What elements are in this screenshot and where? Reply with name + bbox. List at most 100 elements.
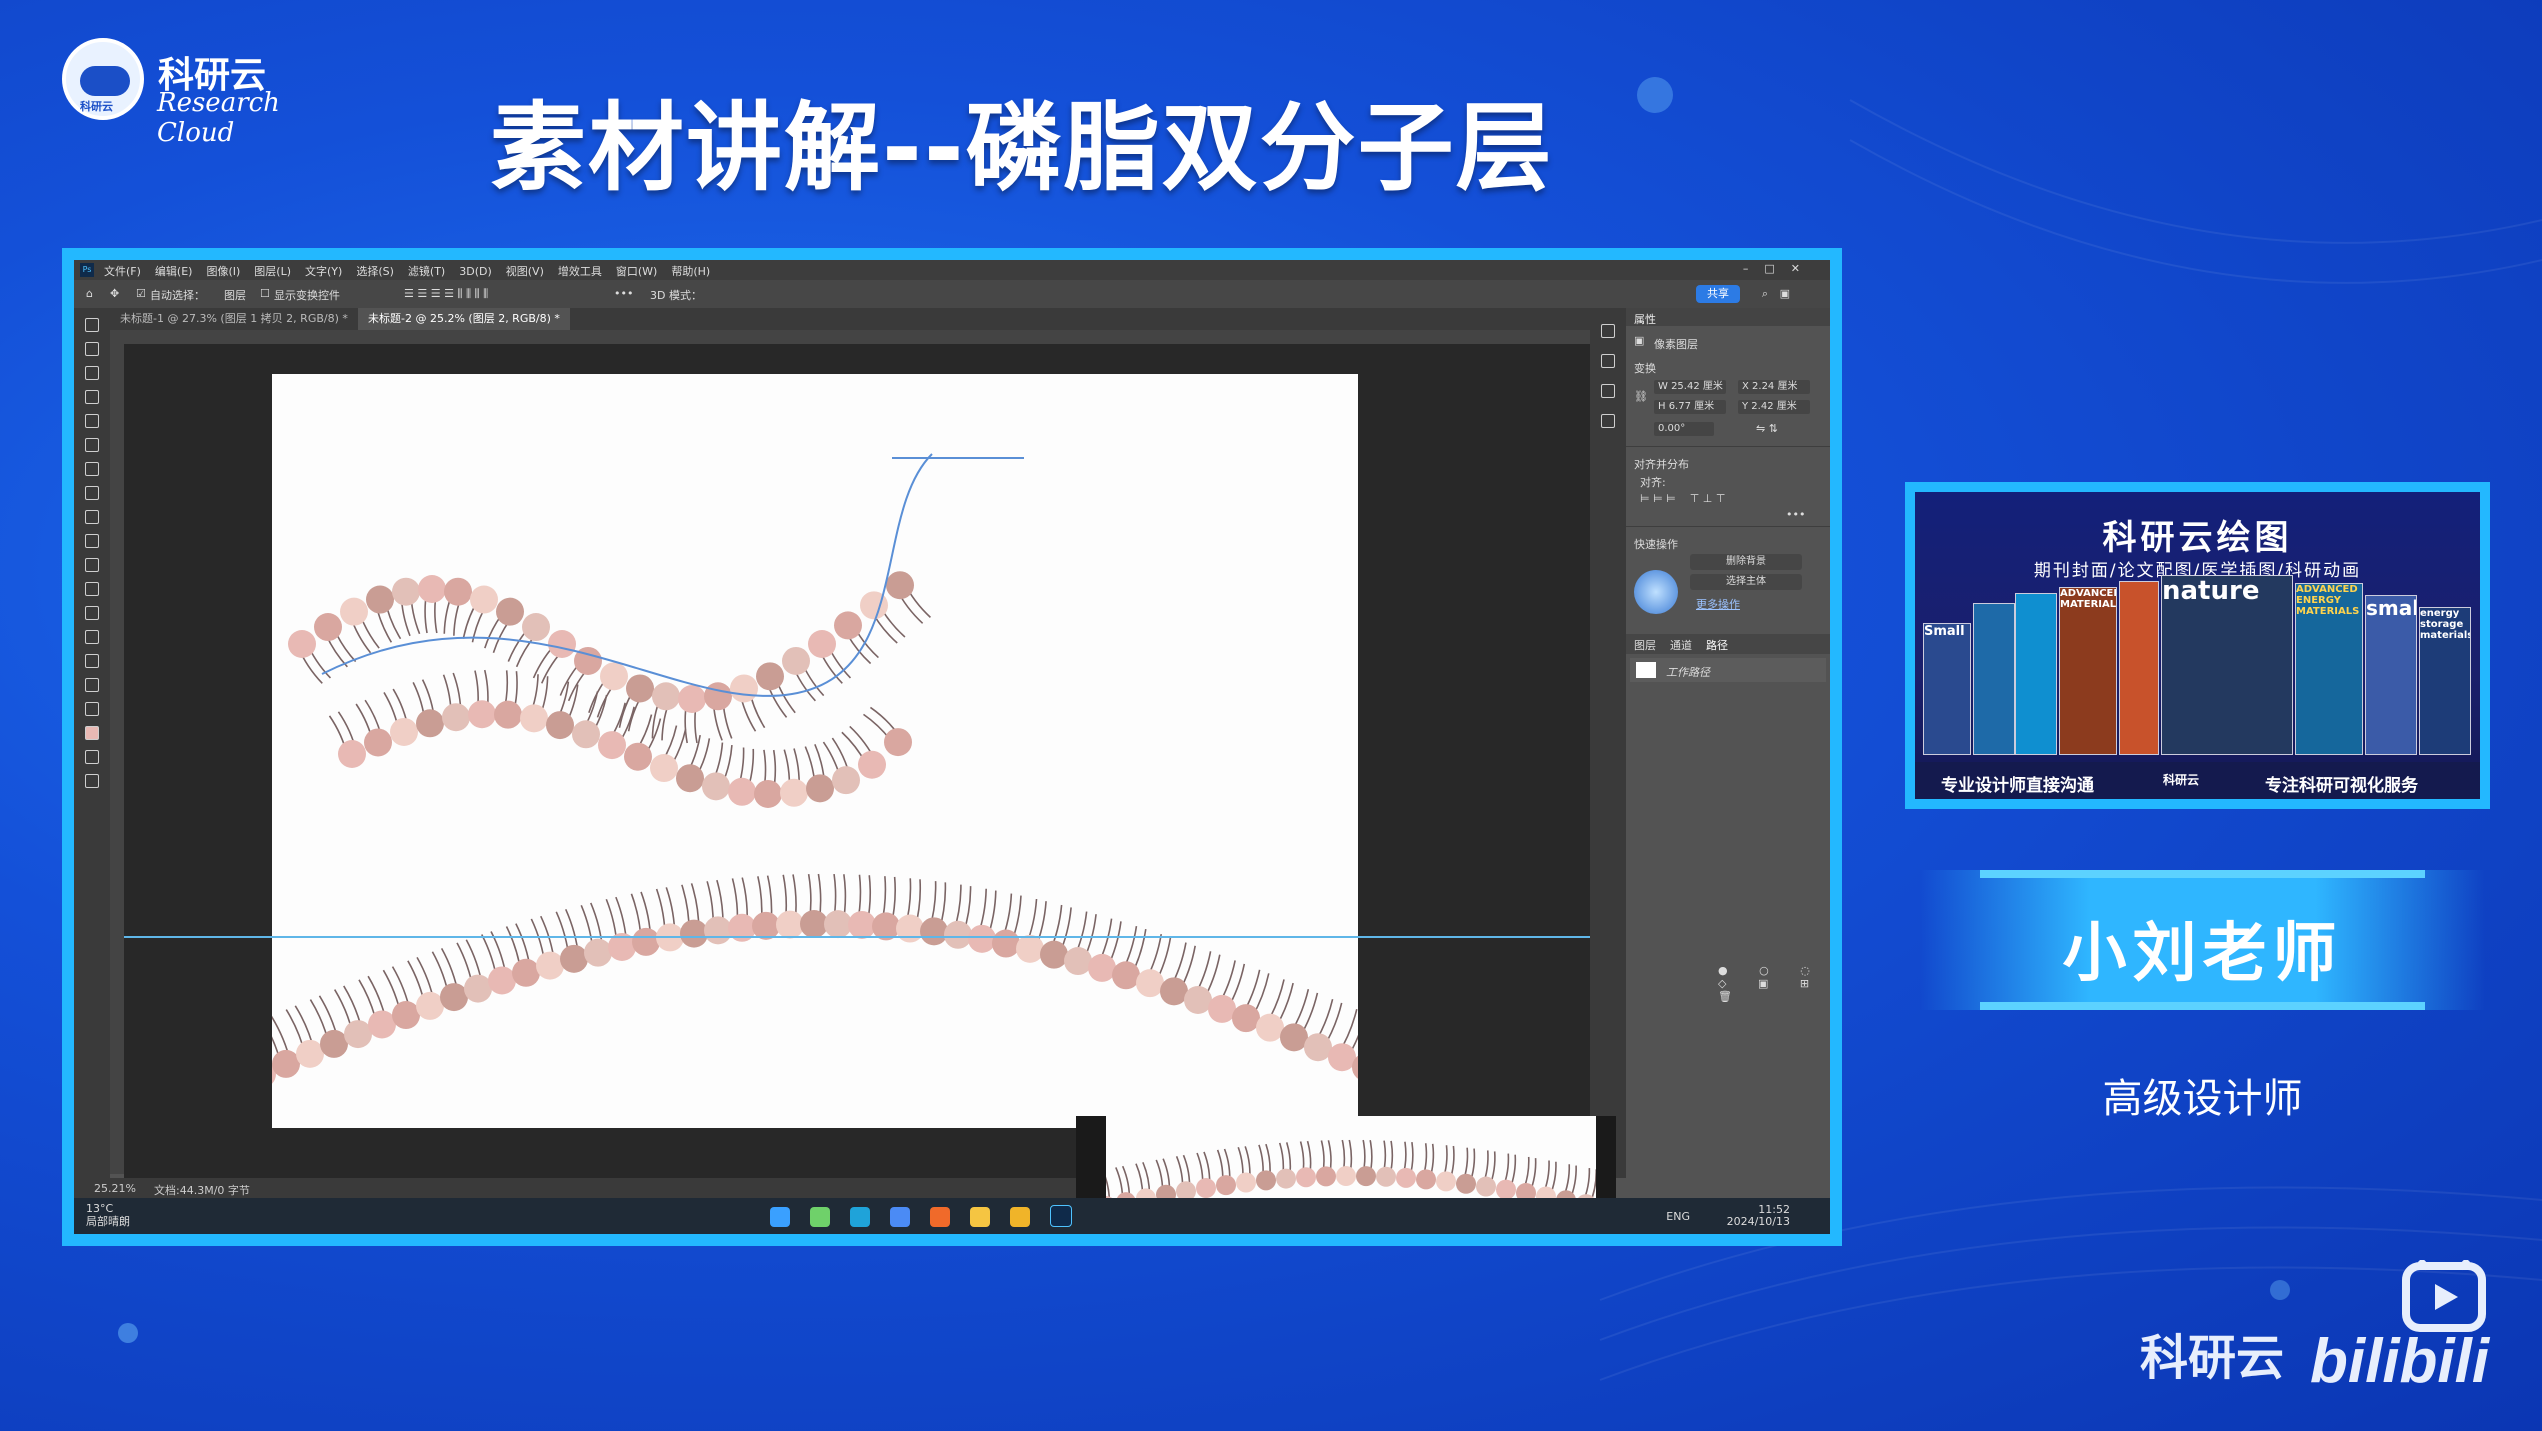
more-align-icon[interactable]: ••• bbox=[1786, 508, 1805, 521]
quick-actions-title[interactable]: 快速操作 bbox=[1634, 536, 1678, 552]
healing-brush-icon[interactable] bbox=[85, 438, 99, 452]
work-path-curve[interactable] bbox=[321, 453, 933, 697]
transform-controls-checkbox[interactable]: ☐ bbox=[260, 287, 270, 300]
document-canvas[interactable] bbox=[272, 374, 1358, 1128]
eyedropper-icon[interactable] bbox=[85, 414, 99, 428]
phospholipid-bilayer-artwork[interactable] bbox=[272, 374, 1358, 1128]
more-actions-link[interactable]: 更多操作 bbox=[1696, 596, 1740, 612]
menu-item[interactable]: 图像(I) bbox=[206, 265, 240, 278]
align-buttons[interactable]: ⊨ ⊨ ⊨ ⊤ ⊥ ⊤ bbox=[1640, 492, 1725, 505]
pen-tool-icon[interactable] bbox=[85, 582, 99, 596]
auto-select-checkbox[interactable]: ☑ bbox=[136, 287, 146, 300]
screen-mode-icon[interactable] bbox=[85, 774, 99, 788]
menu-item[interactable]: 3D(D) bbox=[459, 265, 492, 278]
ad-bottom-bar: 专业设计师直接沟通 科研云 专注科研可视化服务 bbox=[1915, 762, 2480, 799]
search-icon[interactable]: ⌕ bbox=[1762, 287, 1768, 301]
select-subject-button[interactable]: 选择主体 bbox=[1690, 574, 1802, 590]
move-tool-icon[interactable] bbox=[85, 318, 99, 332]
canvas-area[interactable] bbox=[124, 344, 1590, 1178]
menu-item[interactable]: 视图(V) bbox=[506, 265, 544, 278]
path-panel-buttons[interactable]: ● ○ ◌ ◇ ▣ ⊞ 🗑 bbox=[1718, 964, 1830, 1003]
share-button[interactable]: 共享 bbox=[1696, 285, 1740, 303]
libraries-icon[interactable] bbox=[1601, 384, 1615, 398]
brush-tool-icon[interactable] bbox=[85, 462, 99, 476]
zoom-tool-icon[interactable] bbox=[85, 678, 99, 692]
remove-background-button[interactable]: 删除背景 bbox=[1690, 554, 1802, 570]
color-swatch-icon[interactable] bbox=[85, 726, 99, 740]
menu-item[interactable]: 文字(Y) bbox=[305, 265, 342, 278]
character-icon[interactable] bbox=[1601, 414, 1615, 428]
flip-icons[interactable]: ⇋ ⇅ bbox=[1756, 422, 1778, 435]
guide-line[interactable] bbox=[124, 936, 1590, 938]
align-title[interactable]: 对齐并分布 bbox=[1634, 456, 1689, 472]
tab-layers[interactable]: 图层 bbox=[1634, 637, 1656, 653]
work-path-row[interactable]: 工作路径 bbox=[1630, 658, 1826, 682]
width-field[interactable]: W 25.42 厘米 bbox=[1654, 380, 1726, 394]
tab-channels[interactable]: 通道 bbox=[1670, 637, 1692, 653]
eraser-icon[interactable] bbox=[85, 510, 99, 524]
tab-document-1[interactable]: 未标题-1 @ 27.3% (图层 1 拷贝 2, RGB/8) * bbox=[110, 308, 358, 330]
gradient-tool-icon[interactable] bbox=[85, 534, 99, 548]
edge-icon[interactable] bbox=[850, 1207, 870, 1227]
move-tool-icon[interactable]: ✥ bbox=[110, 287, 119, 300]
height-field[interactable]: H 6.77 厘米 bbox=[1654, 400, 1726, 414]
zoom-level[interactable]: 25.21% bbox=[94, 1182, 136, 1195]
lipid-molecule bbox=[800, 873, 828, 939]
menu-item[interactable]: 滤镜(T) bbox=[408, 265, 445, 278]
y-field[interactable]: Y 2.42 厘米 bbox=[1738, 400, 1810, 414]
history-icon[interactable] bbox=[1601, 324, 1615, 338]
menu-item[interactable]: 窗口(W) bbox=[616, 265, 657, 278]
lipid-molecule bbox=[944, 884, 972, 949]
workspace-icon[interactable]: ▣ bbox=[1780, 287, 1790, 300]
layer-select[interactable]: 图层 bbox=[224, 287, 246, 303]
notes-icon[interactable] bbox=[970, 1207, 990, 1227]
lipid-molecule bbox=[754, 749, 782, 808]
menu-item[interactable]: 选择(S) bbox=[356, 265, 394, 278]
x-field[interactable]: X 2.24 厘米 bbox=[1738, 380, 1810, 394]
start-icon[interactable] bbox=[770, 1207, 790, 1227]
menu-items: 文件(F) 编辑(E) 图像(I) 图层(L) 文字(Y) 选择(S) 滤镜(T) 3D(D)… bbox=[104, 263, 724, 279]
lipid-molecule bbox=[1236, 1146, 1256, 1193]
lipid-molecule bbox=[555, 908, 588, 973]
text-tool-icon[interactable] bbox=[85, 558, 99, 572]
shape-tool-icon[interactable] bbox=[85, 630, 99, 644]
more-tools-icon[interactable] bbox=[85, 702, 99, 716]
quick-mask-icon[interactable] bbox=[85, 750, 99, 764]
menu-item[interactable]: 编辑(E) bbox=[155, 265, 193, 278]
layer-type-label: 像素图层 bbox=[1654, 338, 1698, 351]
path-select-icon[interactable] bbox=[85, 606, 99, 620]
marquee-tool-icon[interactable] bbox=[85, 342, 99, 356]
weather-widget[interactable]: 13°C 局部晴朗 bbox=[86, 1202, 130, 1228]
lipid-molecule bbox=[442, 672, 470, 732]
magic-wand-icon[interactable] bbox=[85, 390, 99, 404]
hand-tool-icon[interactable] bbox=[85, 654, 99, 668]
tab-document-2[interactable]: 未标题-2 @ 25.2% (图层 2, RGB/8) * bbox=[358, 308, 570, 330]
properties-panel: 属性 ▣ 像素图层 变换 W 25.42 厘米 X 2.24 厘米 H 6.77… bbox=[1626, 308, 1830, 1178]
clock[interactable]: 11:52 2024/10/13 bbox=[1727, 1204, 1790, 1228]
tab-paths[interactable]: 路径 bbox=[1706, 637, 1728, 653]
home-icon[interactable]: ⌂ bbox=[86, 287, 93, 300]
folder-icon[interactable] bbox=[1010, 1207, 1030, 1227]
store-icon[interactable] bbox=[890, 1207, 910, 1227]
menu-item[interactable]: 增效工具 bbox=[558, 265, 602, 278]
date: 2024/10/13 bbox=[1726, 1215, 1790, 1228]
lipid-molecule bbox=[392, 577, 421, 637]
link-icon[interactable]: ⛓ bbox=[1634, 390, 1648, 403]
brush-settings-icon[interactable] bbox=[1601, 354, 1615, 368]
photoshop-taskbar-icon[interactable] bbox=[1050, 1205, 1072, 1227]
menu-item[interactable]: 帮助(H) bbox=[671, 265, 710, 278]
wechat-icon[interactable] bbox=[810, 1207, 830, 1227]
properties-tab[interactable]: 属性 bbox=[1634, 311, 1656, 327]
align-icons[interactable]: ☰ ☰ ☰ ☰ ⫼ ⫼ ⫼ ⫼ bbox=[404, 287, 488, 301]
menu-item[interactable]: 文件(F) bbox=[104, 265, 141, 278]
search-app-icon[interactable] bbox=[930, 1207, 950, 1227]
window-controls[interactable]: –□✕ bbox=[1743, 262, 1816, 275]
transform-title[interactable]: 变换 bbox=[1634, 360, 1656, 376]
lasso-tool-icon[interactable] bbox=[85, 366, 99, 380]
research-cloud-ad[interactable]: 科研云绘图 期刊封面/论文配图/医学插图/科研动画 Small ADVANCED… bbox=[1915, 492, 2480, 799]
language-indicator[interactable]: ENG bbox=[1666, 1210, 1690, 1223]
menu-item[interactable]: 图层(L) bbox=[254, 265, 291, 278]
stamp-tool-icon[interactable] bbox=[85, 486, 99, 500]
more-icon[interactable]: ••• bbox=[614, 287, 633, 300]
angle-field[interactable]: 0.00° bbox=[1654, 422, 1714, 436]
